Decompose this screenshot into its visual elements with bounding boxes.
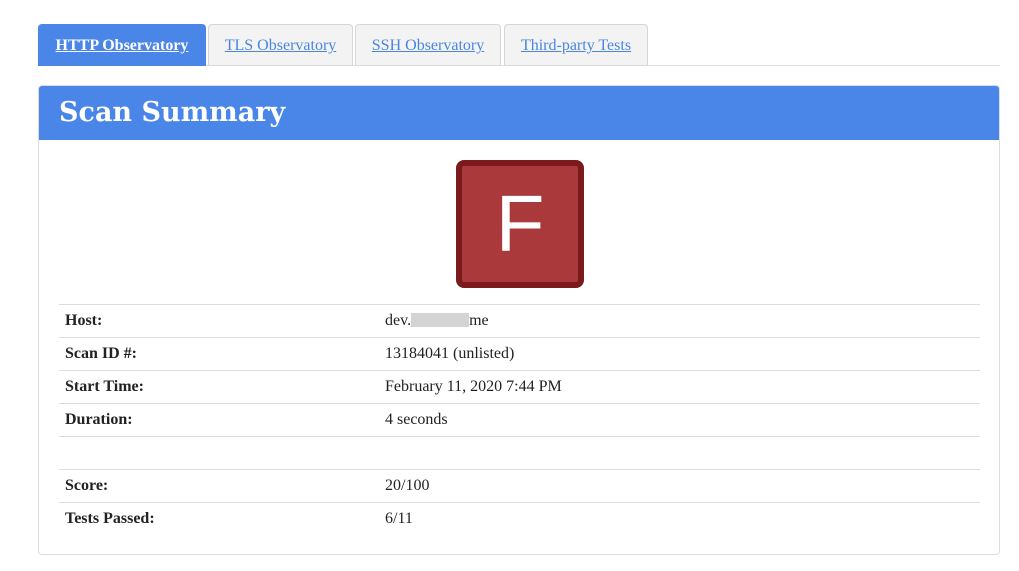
table-row: Score: 20/100 [59, 469, 980, 503]
start-time-value: February 11, 2020 7:44 PM [379, 370, 980, 404]
start-time-label: Start Time: [59, 370, 379, 404]
grade-badge: F [456, 160, 584, 288]
duration-value: 4 seconds [379, 403, 980, 437]
table-row: Start Time: February 11, 2020 7:44 PM [59, 370, 980, 404]
score-value: 20/100 [379, 469, 980, 503]
tests-passed-label: Tests Passed: [59, 502, 379, 535]
spacer-cell [379, 436, 980, 470]
host-prefix: dev. [385, 312, 412, 329]
spacer-cell [59, 436, 379, 470]
table-spacer-row [59, 436, 980, 470]
scan-id-value: 13184041 (unlisted) [379, 337, 980, 371]
panel-title: Scan Summary [39, 86, 999, 140]
observatory-tabs: HTTP Observatory TLS Observatory SSH Obs… [38, 24, 1000, 66]
table-row: Host: dev. me [59, 304, 980, 338]
tests-passed-value: 6/11 [379, 502, 980, 535]
tab-ssh-observatory[interactable]: SSH Observatory [355, 24, 501, 65]
host-label: Host: [59, 304, 379, 338]
scan-id-label: Scan ID #: [59, 337, 379, 371]
table-row: Scan ID #: 13184041 (unlisted) [59, 337, 980, 371]
tab-third-party-tests[interactable]: Third-party Tests [504, 24, 648, 65]
host-suffix: me [469, 312, 489, 329]
tab-http-observatory[interactable]: HTTP Observatory [38, 24, 206, 66]
score-label: Score: [59, 469, 379, 503]
scan-summary-panel: Scan Summary F Host: dev. me Scan ID #: 1… [38, 85, 1000, 555]
tab-tls-observatory[interactable]: TLS Observatory [208, 24, 353, 65]
summary-table: Host: dev. me Scan ID #: 13184041 (unlist… [59, 304, 980, 535]
table-row: Duration: 4 seconds [59, 403, 980, 437]
table-row: Tests Passed: 6/11 [59, 502, 980, 535]
duration-label: Duration: [59, 403, 379, 437]
redaction-block [411, 313, 470, 327]
host-value: dev. me [379, 304, 980, 338]
